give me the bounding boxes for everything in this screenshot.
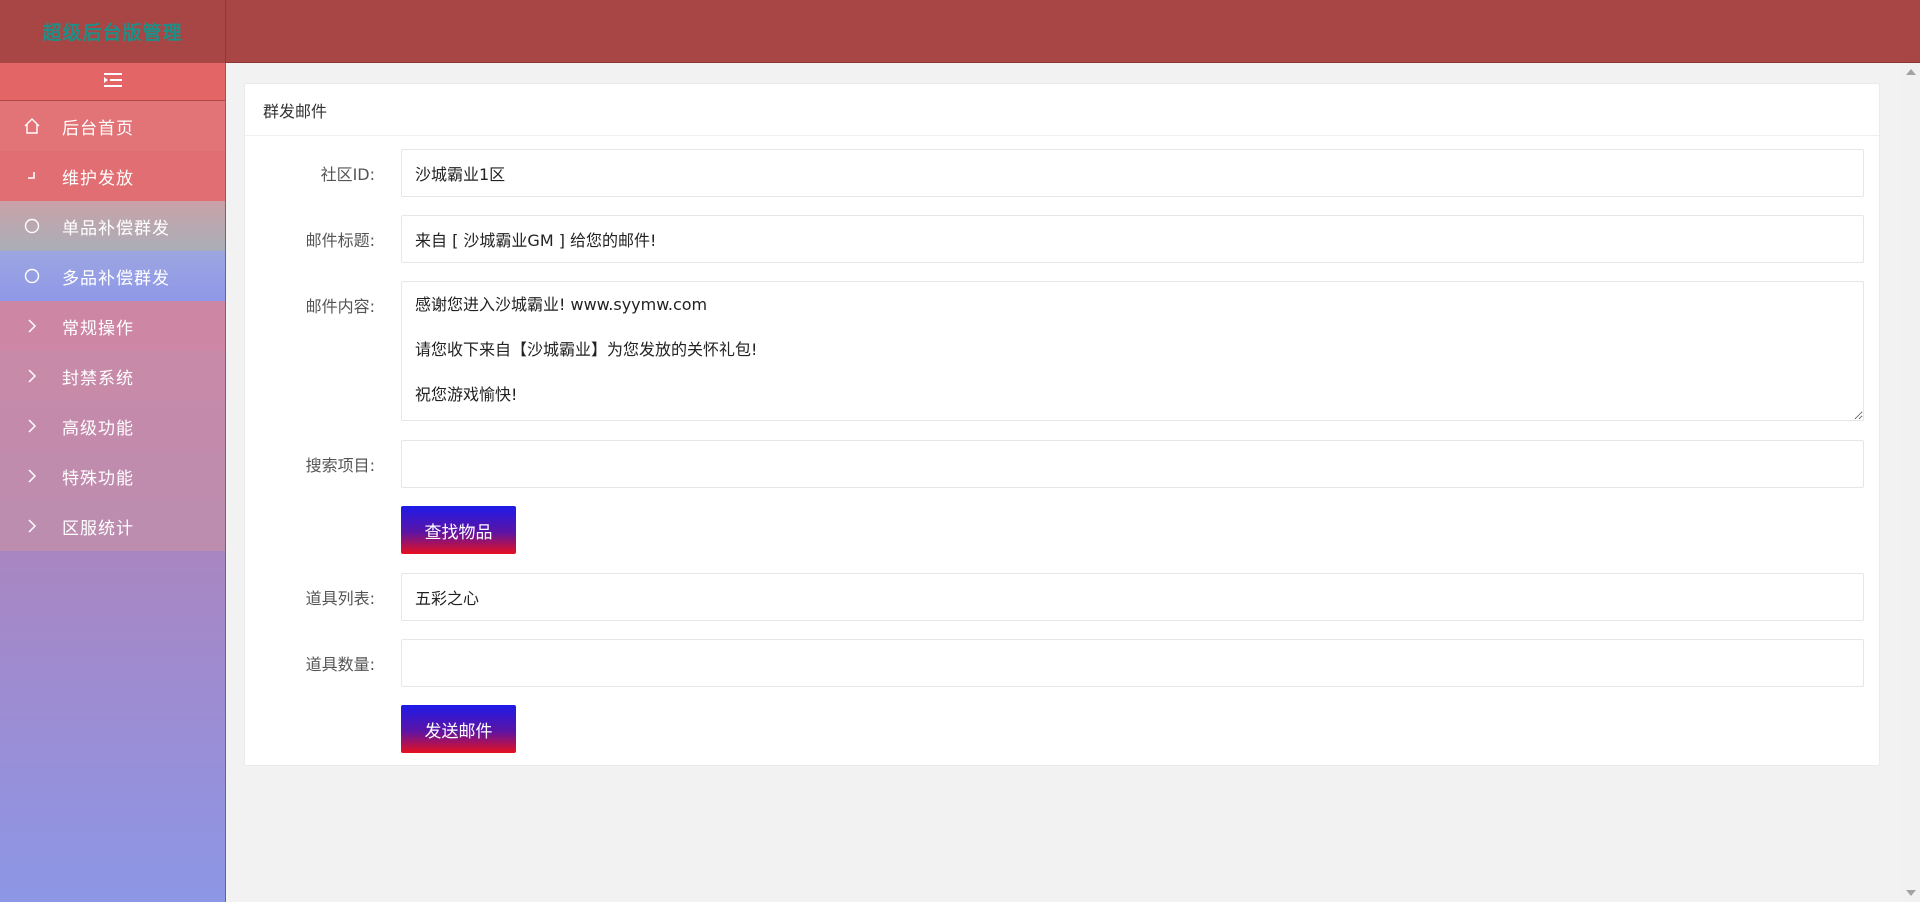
item-list-label: 道具列表: xyxy=(305,589,375,608)
chevron-right-icon xyxy=(22,416,42,436)
sidebar-item-single-compensation[interactable]: 单品补偿群发 xyxy=(0,201,225,251)
sidebar-item-label: 区服统计 xyxy=(62,518,134,539)
sidebar-item-special[interactable]: 特殊功能 xyxy=(0,451,225,501)
sidebar-item-label: 特殊功能 xyxy=(62,468,134,489)
chevron-right-icon xyxy=(22,366,42,386)
send-mail-button[interactable]: 发送邮件 xyxy=(401,705,516,753)
chevron-right-icon xyxy=(22,466,42,486)
item-list-select[interactable] xyxy=(401,573,1864,621)
mass-mail-panel: 群发邮件 社区ID: 邮件标题: 邮件内容: 搜索项目: 查找物品 道具列表: … xyxy=(244,83,1880,766)
item-qty-input[interactable] xyxy=(401,639,1864,687)
scroll-down-icon[interactable] xyxy=(1906,890,1916,896)
logo-text: 超级后台版管理 xyxy=(42,22,183,44)
sidebar-item-label: 单品补偿群发 xyxy=(62,218,170,239)
sidebar-item-ban-system[interactable]: 封禁系统 xyxy=(0,351,225,401)
sidebar-item-maintenance[interactable]: 维护发放 xyxy=(0,151,225,201)
sidebar-item-label: 多品补偿群发 xyxy=(62,268,170,289)
mail-title-label: 邮件标题: xyxy=(305,231,375,250)
community-row: 社区ID: xyxy=(245,149,375,185)
sidebar-item-label: 后台首页 xyxy=(62,118,134,139)
top-header: 超级后台版管理 xyxy=(0,0,1920,63)
chevron-right-icon xyxy=(22,516,42,536)
search-item-input[interactable] xyxy=(401,440,1864,488)
sidebar-nav: 后台首页 维护发放 单品补偿群发 多品补偿群发 常规操作 封禁系统 高级功能 特… xyxy=(0,101,225,551)
sidebar-item-advanced[interactable]: 高级功能 xyxy=(0,401,225,451)
sidebar-item-server-stats[interactable]: 区服统计 xyxy=(0,501,225,551)
search-row: 搜索项目: xyxy=(245,440,375,476)
chevron-right-icon xyxy=(22,316,42,336)
corner-icon xyxy=(22,166,42,186)
page-scrollbar[interactable] xyxy=(1902,63,1920,902)
community-id-input[interactable] xyxy=(401,149,1864,197)
sidebar-toggle-button[interactable] xyxy=(0,63,225,101)
sidebar-item-label: 封禁系统 xyxy=(62,368,134,389)
mail-content-label: 邮件内容: xyxy=(305,297,375,316)
search-label: 搜索项目: xyxy=(305,456,375,475)
menu-fold-icon xyxy=(103,72,122,92)
mail-content-textarea[interactable] xyxy=(401,281,1864,421)
sidebar-item-home[interactable]: 后台首页 xyxy=(0,101,225,151)
mail-content-row: 邮件内容: xyxy=(245,281,375,317)
mail-title-row: 邮件标题: xyxy=(245,215,375,251)
sidebar-item-regular-ops[interactable]: 常规操作 xyxy=(0,301,225,351)
item-qty-label: 道具数量: xyxy=(305,655,375,674)
sidebar: 后台首页 维护发放 单品补偿群发 多品补偿群发 常规操作 封禁系统 高级功能 特… xyxy=(0,63,226,902)
find-item-button[interactable]: 查找物品 xyxy=(401,506,516,554)
scroll-up-icon[interactable] xyxy=(1906,69,1916,75)
item-qty-row: 道具数量: xyxy=(245,639,375,675)
sidebar-item-label: 高级功能 xyxy=(62,418,134,439)
panel-title: 群发邮件 xyxy=(245,84,1879,136)
sidebar-item-label: 维护发放 xyxy=(62,168,134,189)
item-list-row: 道具列表: xyxy=(245,573,375,609)
mail-title-input[interactable] xyxy=(401,215,1864,263)
sidebar-item-multi-compensation[interactable]: 多品补偿群发 xyxy=(0,251,225,301)
circle-icon xyxy=(22,266,42,286)
home-icon xyxy=(22,116,42,136)
community-label: 社区ID: xyxy=(320,165,375,184)
circle-icon xyxy=(22,216,42,236)
sidebar-item-label: 常规操作 xyxy=(62,318,134,339)
logo[interactable]: 超级后台版管理 xyxy=(0,0,226,63)
